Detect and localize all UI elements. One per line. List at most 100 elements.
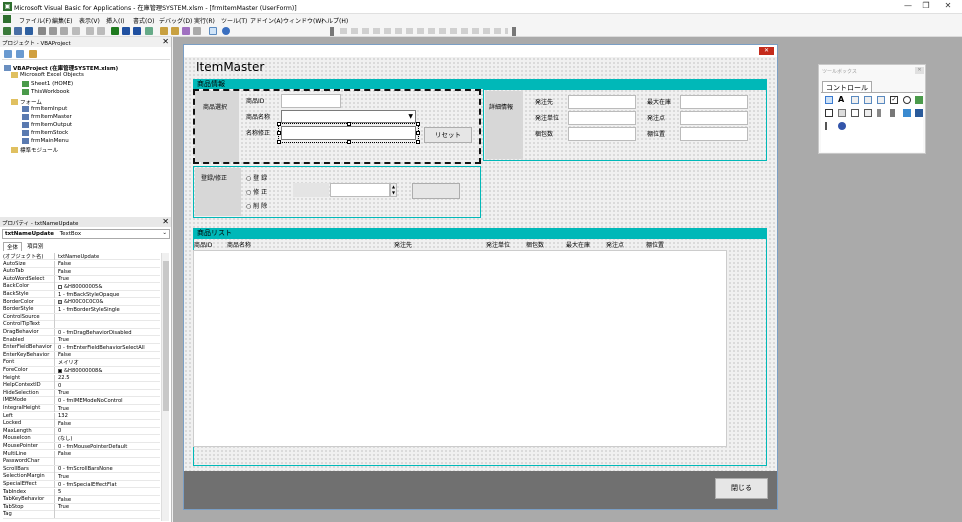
paste-icon[interactable] [60, 27, 68, 35]
edit-toolbar[interactable] [340, 28, 508, 34]
property-row[interactable]: MultiLine False [3, 450, 160, 458]
resize-handle[interactable] [416, 122, 420, 126]
property-row[interactable]: IntegralHeight True [3, 405, 160, 413]
toggle-folders-icon[interactable] [29, 50, 37, 58]
toolbox-icon[interactable] [193, 27, 201, 35]
insert-icon[interactable] [14, 27, 22, 35]
menu-format[interactable]: 書式(O) [133, 16, 154, 25]
form-heading[interactable]: ItemMaster [196, 60, 264, 74]
select-label[interactable]: 商品選択 [203, 102, 227, 111]
property-value[interactable]: 0 - fmSpecialEffectFlat [58, 481, 158, 488]
view-code-icon[interactable] [4, 50, 12, 58]
property-value[interactable]: True [58, 390, 158, 397]
section-list-header[interactable]: 商品リスト [193, 228, 767, 238]
property-row[interactable]: Height 22.5 [3, 374, 160, 382]
togglebutton-tool-icon[interactable] [915, 96, 923, 104]
property-value[interactable]: &H00C0C0C0& [58, 299, 158, 306]
property-row[interactable]: BackColor &H80000005& [3, 283, 160, 291]
property-row[interactable]: EnterKeyBehavior False [3, 351, 160, 360]
radio-delete[interactable]: ○ 削 除 [246, 201, 267, 210]
property-value[interactable]: True [58, 405, 158, 412]
tabstrip-tool-icon[interactable] [851, 109, 859, 117]
view-object-icon[interactable] [16, 50, 24, 58]
menu-help[interactable]: ヘルプ(H) [321, 16, 348, 25]
property-value[interactable]: 1 - fmBackStyleOpaque [58, 291, 158, 298]
tree-modules-folder[interactable]: 標準モジュール [11, 146, 58, 154]
tab-alphabetic[interactable]: 全体 [3, 242, 23, 251]
property-row[interactable]: AutoSize False [3, 260, 160, 268]
quantity-spinner[interactable]: ▲ ▼ [390, 183, 397, 197]
property-row[interactable]: ControlTipText [3, 321, 160, 329]
pack-qty-field[interactable] [568, 127, 636, 141]
property-value[interactable]: &H80000005& [58, 283, 158, 290]
label-tool-icon[interactable]: A [838, 96, 846, 104]
resize-handle[interactable] [347, 122, 351, 126]
property-row[interactable]: AutoTab False [3, 268, 160, 276]
radio-edit[interactable]: ○ 修 正 [246, 187, 267, 196]
property-row[interactable]: Tag [3, 511, 160, 519]
object-selector[interactable]: txtNameUpdate TextBox ⌄ [2, 229, 170, 239]
menu-view[interactable]: 表示(V) [79, 16, 100, 25]
object-browser-icon[interactable] [182, 27, 190, 35]
location-field[interactable] [680, 127, 748, 141]
tab-categorized[interactable]: 項目別 [24, 242, 47, 250]
tree-form-item[interactable]: frmItemMaster [22, 114, 72, 120]
radio-register[interactable]: ○ 登 録 [246, 173, 267, 182]
property-value[interactable]: True [58, 276, 158, 283]
checkbox-tool-icon[interactable]: ✓ [890, 96, 898, 104]
property-value[interactable]: txtNameUpdate [58, 253, 158, 260]
treeview-tool-icon[interactable] [825, 122, 833, 130]
detail-label[interactable]: 詳細情報 [489, 102, 513, 111]
property-row[interactable]: MaxLength 0 [3, 427, 160, 436]
tree-excel-objects[interactable]: Microsoft Excel Objects [11, 72, 84, 78]
properties-scrollbar[interactable] [161, 253, 169, 521]
property-value[interactable]: (なし) [58, 435, 158, 442]
property-row[interactable]: HelpContextID 0 [3, 382, 160, 390]
menu-insert[interactable]: 挿入(I) [106, 16, 124, 25]
property-value[interactable] [58, 458, 158, 465]
action-button[interactable] [412, 183, 460, 199]
property-value[interactable]: True [58, 504, 158, 511]
property-value[interactable]: False [58, 496, 158, 503]
select-objects-tool-icon[interactable] [825, 96, 833, 104]
scrollbar-tool-icon[interactable] [877, 109, 881, 117]
project-explorer-icon[interactable] [160, 27, 168, 35]
property-value[interactable]: 0 [58, 382, 158, 389]
menu-edit[interactable]: 編集(E) [52, 16, 72, 25]
property-row[interactable]: SpecialEffect 0 - fmSpecialEffectFlat [3, 481, 160, 489]
property-value[interactable]: 0 - fmMousePointerDefault [58, 443, 158, 450]
frame-tool-icon[interactable] [825, 109, 833, 117]
property-row[interactable]: ScrollBars 0 - fmScrollBarsNone [3, 465, 160, 474]
property-row[interactable]: Locked False [3, 420, 160, 428]
section-info-header[interactable]: 商品情報 [193, 79, 767, 89]
properties-window-icon[interactable] [171, 27, 179, 35]
property-value[interactable]: True [58, 337, 158, 344]
scrollbar-thumb[interactable] [163, 261, 169, 411]
supplier-label[interactable]: 発注先 [535, 97, 553, 106]
textbox-tool-icon[interactable] [851, 96, 859, 104]
property-value[interactable]: False [58, 261, 158, 268]
multipage-tool-icon[interactable] [864, 109, 872, 117]
optionbutton-tool-icon[interactable] [903, 96, 911, 104]
property-value[interactable]: False [58, 352, 158, 359]
reset-icon[interactable] [133, 27, 141, 35]
property-row[interactable]: MouseIcon (なし) [3, 435, 160, 443]
spinbutton-tool-icon[interactable] [890, 109, 895, 117]
property-row[interactable]: TabKeyBehavior False [3, 496, 160, 504]
property-row[interactable]: ControlSource [3, 313, 160, 322]
commandbutton-tool-icon[interactable] [838, 109, 846, 117]
userform-canvas[interactable]: ItemMaster 商品情報 商品選択 商品ID 商品名称 ▼ 名称修正 リセ… [184, 57, 777, 471]
listbox-tool-icon[interactable] [877, 96, 885, 104]
toolbox-close-button[interactable]: ✕ [915, 67, 924, 74]
tree-thisworkbook[interactable]: ThisWorkbook [22, 89, 70, 95]
property-value[interactable]: 0 - fmDragBehaviorDisabled [58, 329, 158, 336]
property-row[interactable]: Left 132 [3, 412, 160, 420]
menu-file[interactable]: ファイル(F) [19, 16, 51, 25]
item-name-label[interactable]: 商品名称 [246, 112, 270, 121]
property-row[interactable]: (オブジェクト名) txtNameUpdate [3, 253, 160, 261]
resize-handle[interactable] [277, 131, 281, 135]
redo-icon[interactable] [97, 27, 105, 35]
combobox-tool-icon[interactable] [864, 96, 872, 104]
property-row[interactable]: TabIndex 5 [3, 488, 160, 496]
help-icon[interactable] [222, 27, 230, 35]
